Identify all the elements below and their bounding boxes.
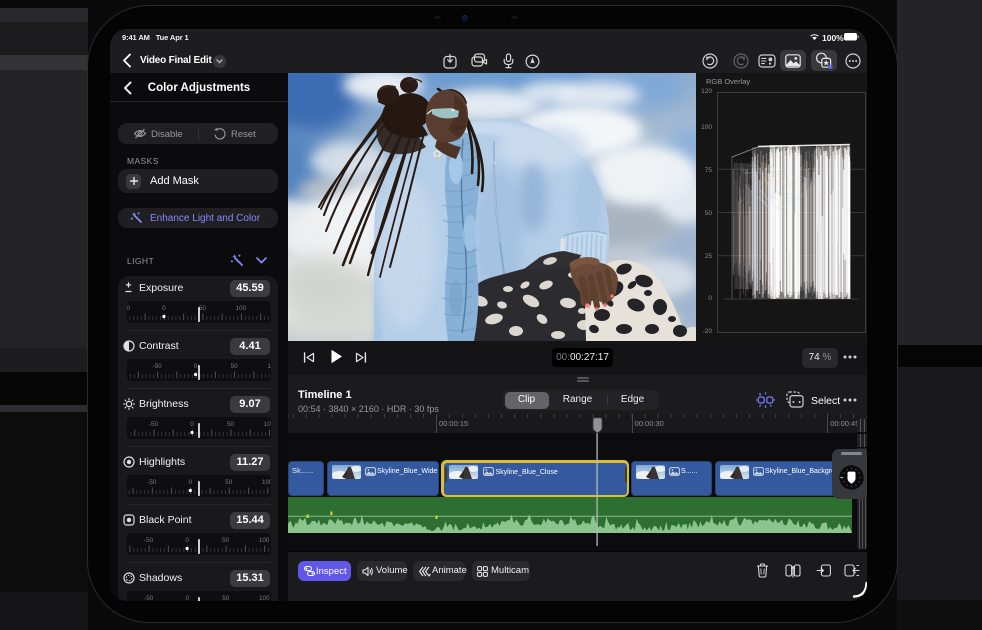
svg-text:0: 0	[189, 479, 193, 486]
svg-text:0: 0	[185, 537, 189, 544]
svg-text:-50: -50	[144, 537, 154, 544]
svg-text:50: 50	[225, 479, 233, 486]
svg-text:-50: -50	[153, 363, 163, 370]
svg-text:100: 100	[259, 537, 270, 544]
svg-text:0: 0	[185, 595, 189, 601]
svg-text:100: 100	[236, 305, 247, 312]
svg-text:-50: -50	[144, 595, 154, 601]
svg-text:100: 100	[264, 421, 271, 428]
svg-text:50: 50	[231, 363, 239, 370]
svg-text:50: 50	[222, 537, 230, 544]
svg-text:50: 50	[199, 305, 207, 312]
svg-text:100: 100	[262, 479, 271, 486]
svg-text:100: 100	[259, 595, 270, 601]
svg-text:50: 50	[222, 595, 230, 601]
svg-text:-50: -50	[147, 479, 157, 486]
svg-text:-50: -50	[127, 305, 130, 312]
svg-text:-50: -50	[149, 421, 159, 428]
svg-text:0: 0	[194, 363, 198, 370]
svg-text:0: 0	[190, 421, 194, 428]
svg-text:100: 100	[267, 363, 271, 370]
svg-text:50: 50	[227, 421, 235, 428]
svg-text:0: 0	[162, 305, 166, 312]
